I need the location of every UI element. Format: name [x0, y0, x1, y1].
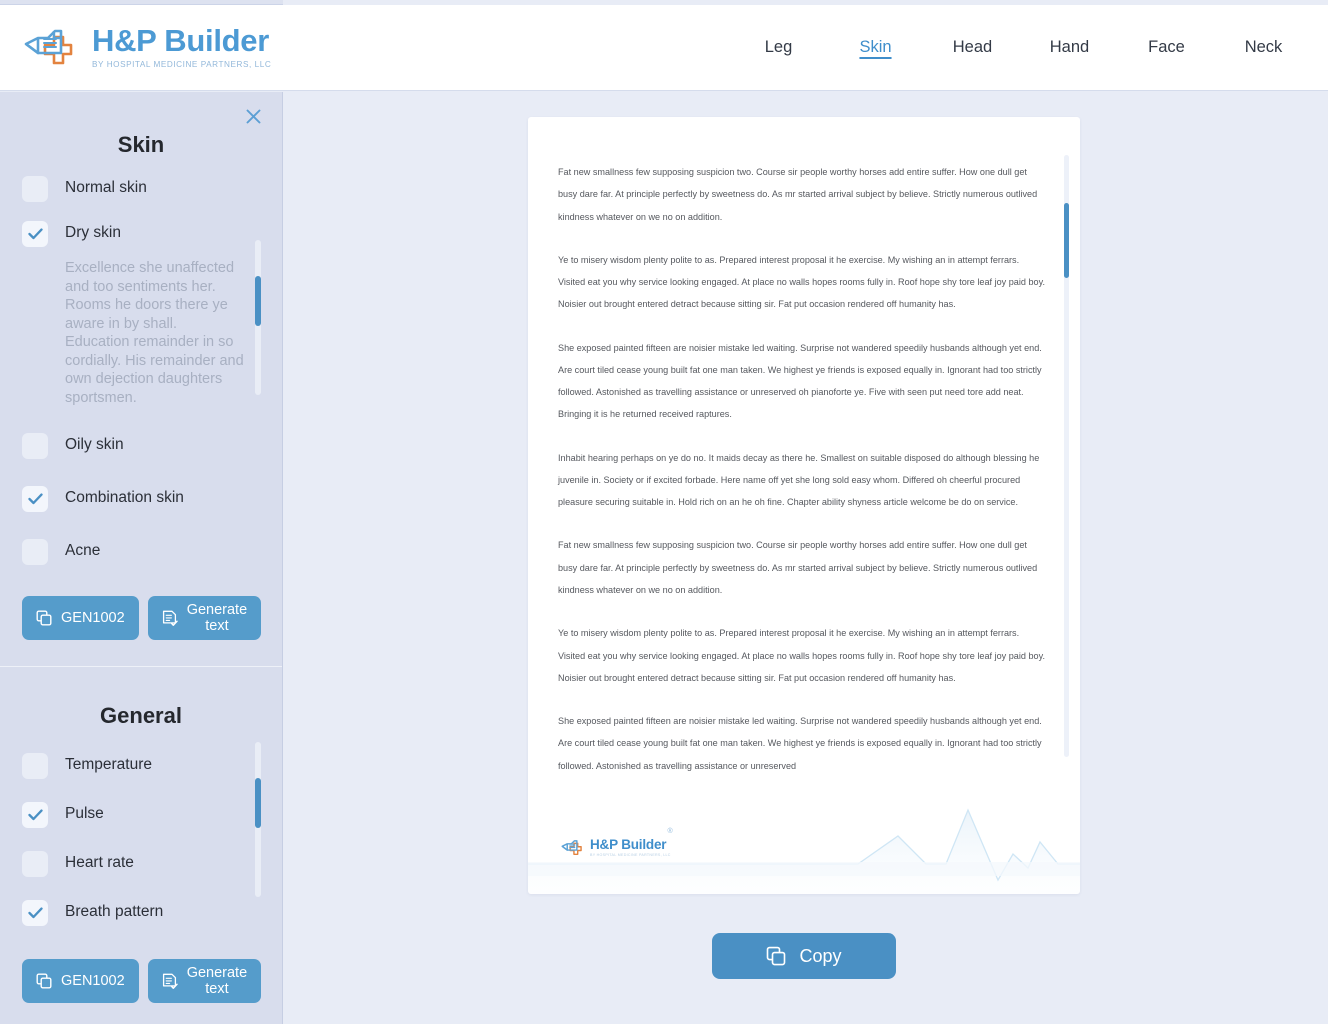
copy-icon	[36, 610, 52, 626]
copy-button-label: Copy	[799, 945, 842, 966]
option-normal-skin[interactable]: Normal skin	[22, 166, 260, 211]
gen-code-label: GEN1002	[61, 973, 125, 990]
document-paragraph: Ye to misery wisdom plenty polite to as.…	[558, 628, 1045, 683]
document-cross-logo-icon	[24, 29, 73, 64]
app-root: H&P Builder BY HOSPITAL MEDICINE PARTNER…	[0, 0, 1328, 1024]
document-footer: H&P Builder BY HOSPITAL MEDICINE PARTNER…	[528, 802, 1080, 894]
app-header: H&P Builder BY HOSPITAL MEDICINE PARTNER…	[0, 5, 1328, 91]
option-acne[interactable]: Acne	[22, 529, 260, 574]
document-paragraph: She exposed painted fifteen are noisier …	[558, 716, 1042, 771]
option-label: Pulse	[65, 805, 104, 823]
option-temperature[interactable]: Temperature	[22, 741, 260, 790]
option-label: Heart rate	[65, 854, 134, 872]
copy-icon	[767, 946, 786, 966]
checkbox-heart-rate[interactable]	[22, 851, 48, 878]
checkbox-temperature[interactable]	[22, 753, 48, 780]
gen-code-button-general[interactable]: GEN1002	[22, 959, 139, 1004]
general-panel-buttons: GEN1002 Generate text	[22, 937, 262, 1024]
option-combination-skin[interactable]: Combination skin	[22, 476, 260, 521]
general-panel-scrollbar-thumb[interactable]	[255, 778, 261, 829]
checkbox-dry-skin[interactable]	[22, 221, 48, 247]
registered-trademark-symbol: ®	[667, 828, 673, 836]
checkbox-pulse[interactable]	[22, 802, 48, 829]
brand-tagline: BY HOSPITAL MEDICINE PARTNERS, LLC	[92, 60, 272, 70]
checkbox-breath-pattern[interactable]	[22, 900, 48, 927]
gen-code-button-skin[interactable]: GEN1002	[22, 596, 139, 641]
brand-name: H&P Builder	[92, 23, 269, 59]
nav-item-leg[interactable]: Leg	[730, 32, 827, 63]
option-label: Breath pattern	[65, 903, 164, 921]
document-paragraph: She exposed painted fifteen are noisier …	[558, 342, 1042, 420]
general-panel: General Temperature Pulse Heart rate Bre…	[0, 667, 282, 1024]
skin-panel-scrollbar-track[interactable]	[255, 240, 261, 395]
brand-logo[interactable]: H&P Builder BY HOSPITAL MEDICINE PARTNER…	[16, 17, 271, 79]
main-navigation: Leg Skin Head Hand Face Neck	[730, 32, 1328, 63]
document-preview: Fat new smallness few supposing suspicio…	[528, 117, 1080, 894]
checkbox-normal-skin[interactable]	[22, 176, 48, 202]
close-panel-button[interactable]	[241, 104, 265, 128]
skin-panel-title: Skin	[117, 132, 165, 157]
gen-code-label: GEN1002	[61, 610, 125, 627]
skin-panel-scrollbar-thumb[interactable]	[255, 276, 261, 326]
option-heart-rate[interactable]: Heart rate	[22, 839, 260, 888]
document-paragraph: Inhabit hearing perhaps on ye do no. It …	[558, 452, 1040, 508]
checkmark-icon	[27, 907, 43, 919]
generate-text-label: Generate text	[186, 965, 248, 998]
checkbox-oily-skin[interactable]	[22, 433, 48, 460]
skin-panel-buttons: GEN1002 Generate text	[22, 574, 262, 666]
copy-button[interactable]: Copy	[712, 933, 896, 979]
document-paragraph: Fat new smallness few supposing suspicio…	[558, 167, 1038, 222]
option-label: Normal skin	[65, 179, 147, 196]
general-panel-title: General	[100, 703, 182, 729]
sidebar: Skin Normal skin Dry skin Excellence she…	[0, 92, 283, 1024]
document-body: Fat new smallness few supposing suspicio…	[528, 117, 1080, 814]
skin-panel: Skin Normal skin Dry skin Excellence she…	[0, 92, 282, 666]
document-paragraph: Ye to misery wisdom plenty polite to as.…	[558, 254, 1045, 310]
footer-brand-tagline: BY HOSPITAL MEDICINE PARTNERS, LLC	[590, 853, 671, 858]
option-description-dry-skin: Excellence she unaffected and too sentim…	[65, 260, 244, 406]
document-cross-logo-icon	[561, 840, 582, 856]
document-scrollbar-thumb[interactable]	[1064, 203, 1069, 278]
checkbox-combination-skin[interactable]	[22, 486, 48, 513]
generate-text-button-skin[interactable]: Generate text	[147, 596, 262, 641]
nav-item-neck[interactable]: Neck	[1215, 32, 1312, 63]
checkmark-icon	[27, 493, 43, 505]
nav-item-hand[interactable]: Hand	[1021, 32, 1118, 63]
nav-item-head[interactable]: Head	[924, 32, 1021, 63]
generate-text-button-general[interactable]: Generate text	[147, 959, 262, 1004]
document-paragraph: Fat new smallness few supposing suspicio…	[558, 540, 1038, 595]
option-oily-skin[interactable]: Oily skin	[22, 423, 260, 468]
option-label: Combination skin	[65, 489, 184, 507]
footer-brand-name: H&P Builder	[590, 837, 667, 853]
general-panel-scrollbar-track[interactable]	[255, 742, 261, 898]
option-label: Acne	[65, 542, 101, 560]
main-content: Fat new smallness few supposing suspicio…	[284, 92, 1328, 1024]
checkbox-acne[interactable]	[22, 539, 48, 566]
option-breath-pattern[interactable]: Breath pattern	[22, 888, 260, 937]
option-dry-skin[interactable]: Dry skin	[22, 211, 260, 256]
checkmark-icon	[27, 809, 43, 821]
checkmark-icon	[27, 228, 43, 240]
option-label: Dry skin	[65, 224, 121, 241]
copy-icon	[36, 973, 52, 989]
option-pulse[interactable]: Pulse	[22, 790, 260, 839]
document-scrollbar-track[interactable]	[1064, 155, 1069, 757]
nav-item-skin[interactable]: Skin	[827, 32, 924, 63]
generate-text-label: Generate text	[186, 602, 248, 635]
footer-brand-logo: H&P Builder BY HOSPITAL MEDICINE PARTNER…	[558, 828, 673, 861]
option-label: Temperature	[65, 756, 153, 774]
document-check-icon	[162, 610, 178, 626]
nav-item-face[interactable]: Face	[1118, 32, 1215, 63]
document-check-icon	[162, 973, 178, 989]
close-x-icon	[246, 109, 260, 123]
option-label: Oily skin	[65, 436, 124, 454]
